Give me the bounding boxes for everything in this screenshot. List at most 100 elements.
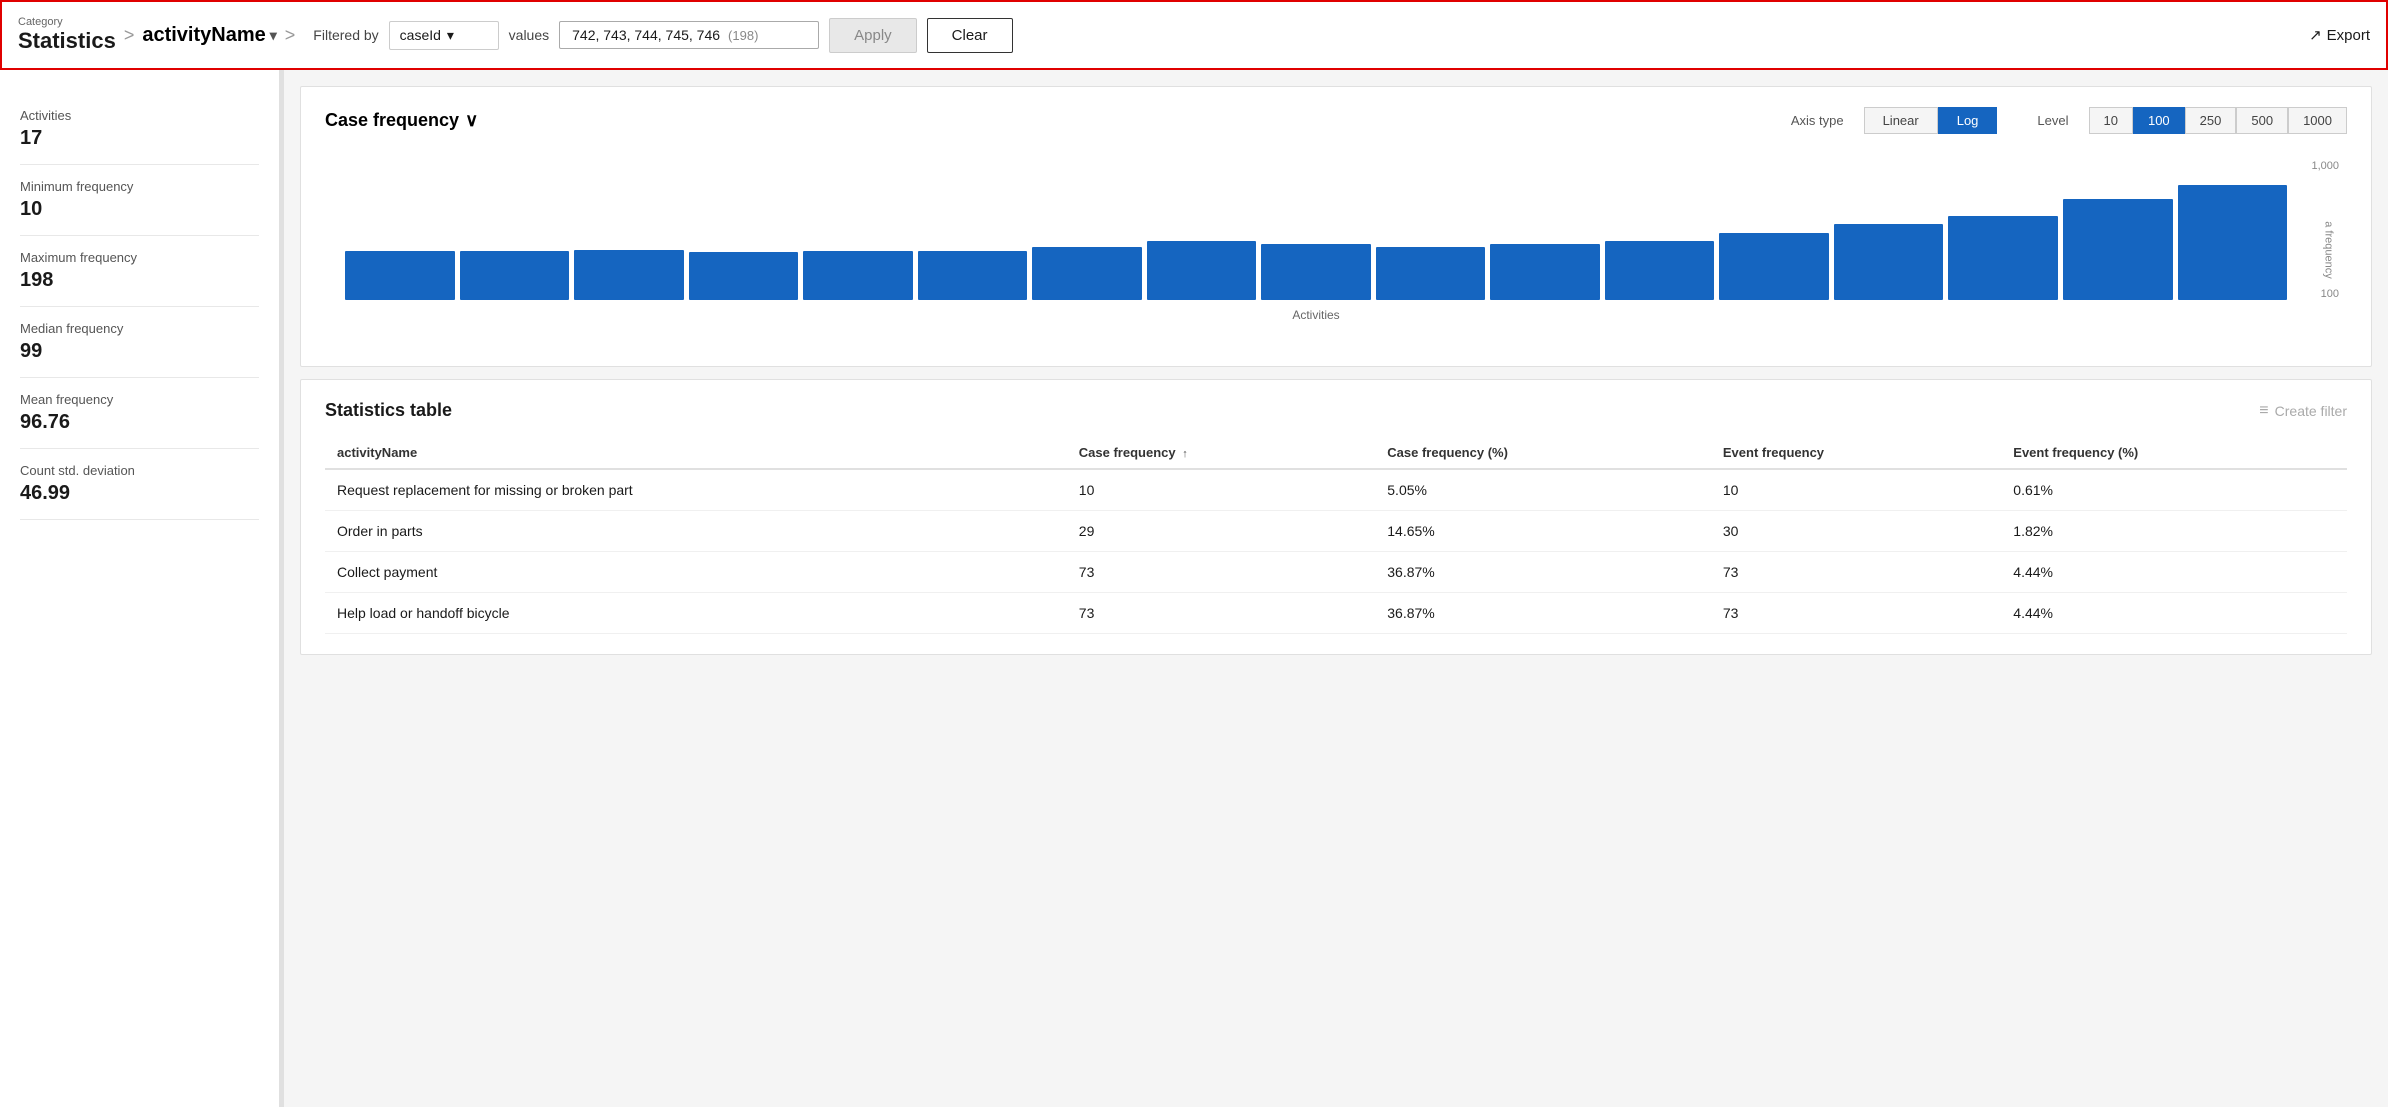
cell-case-freq-pct-2: 36.87% xyxy=(1375,552,1711,593)
stat-max-freq: Maximum frequency 198 xyxy=(20,236,259,307)
stat-count-std-dev-label: Count std. deviation xyxy=(20,463,259,478)
filter-field-value: caseId xyxy=(400,27,441,43)
table-title: Statistics table xyxy=(325,400,452,421)
breadcrumb: Category Statistics > activityName ▾ > xyxy=(18,17,297,54)
level-btn-10[interactable]: 10 xyxy=(2089,107,2133,134)
stat-min-freq-label: Minimum frequency xyxy=(20,179,259,194)
stat-mean-freq-value: 96.76 xyxy=(20,411,259,434)
cell-activity-0: Request replacement for missing or broke… xyxy=(325,469,1067,511)
table-section-header: Statistics table ≡ Create filter xyxy=(325,400,2347,421)
stat-activities-value: 17 xyxy=(20,127,259,150)
cell-event-freq-pct-2: 4.44% xyxy=(2001,552,2347,593)
cell-event-freq-pct-1: 1.82% xyxy=(2001,511,2347,552)
create-filter-button[interactable]: ≡ Create filter xyxy=(2259,402,2347,420)
bar-7 xyxy=(1032,247,1142,300)
bar-10 xyxy=(1376,247,1486,300)
breadcrumb-sep-2: > xyxy=(285,25,296,46)
bar-12 xyxy=(1605,241,1715,300)
stat-min-freq: Minimum frequency 10 xyxy=(20,165,259,236)
breadcrumb-root: Statistics xyxy=(18,28,116,53)
export-arrow-icon: ↗ xyxy=(2309,26,2322,44)
y-axis-freq-label: a frequency xyxy=(2322,221,2334,278)
cell-event-freq-3: 73 xyxy=(1711,593,2001,634)
axis-btn-linear[interactable]: Linear xyxy=(1864,107,1938,134)
col-case-freq[interactable]: Case frequency ↑ xyxy=(1067,437,1375,469)
chart-section: Case frequency ∨ Axis type Linear Log Le… xyxy=(300,86,2372,367)
chart-header: Case frequency ∨ Axis type Linear Log Le… xyxy=(325,107,2347,134)
sort-asc-icon: ↑ xyxy=(1182,448,1188,460)
cell-event-freq-1: 30 xyxy=(1711,511,2001,552)
sidebar: Activities 17 Minimum frequency 10 Maxim… xyxy=(0,70,280,1107)
stat-median-freq-value: 99 xyxy=(20,340,259,363)
table-row: Request replacement for missing or broke… xyxy=(325,469,2347,511)
export-button[interactable]: ↗ Export xyxy=(2309,26,2370,44)
table-row: Order in parts 29 14.65% 30 1.82% xyxy=(325,511,2347,552)
level-label: Level xyxy=(2037,113,2068,128)
bar-13 xyxy=(1719,233,1829,300)
main-layout: Activities 17 Minimum frequency 10 Maxim… xyxy=(0,70,2388,1107)
bar-1 xyxy=(345,251,455,300)
activity-name-dropdown[interactable]: activityName ▾ xyxy=(142,24,276,47)
stat-activities-label: Activities xyxy=(20,108,259,123)
table-row: Help load or handoff bicycle 73 36.87% 7… xyxy=(325,593,2347,634)
cell-case-freq-pct-1: 14.65% xyxy=(1375,511,1711,552)
stat-activities: Activities 17 xyxy=(20,94,259,165)
level-btn-1000[interactable]: 1000 xyxy=(2288,107,2347,134)
y-label-100: 100 xyxy=(2311,288,2339,300)
clear-button[interactable]: Clear xyxy=(927,18,1013,53)
axis-btn-log[interactable]: Log xyxy=(1938,107,1998,134)
chart-title-dropdown[interactable]: Case frequency ∨ xyxy=(325,110,478,131)
stat-median-freq: Median frequency 99 xyxy=(20,307,259,378)
bar-9 xyxy=(1261,244,1371,300)
bar-6 xyxy=(918,251,1028,300)
values-count: (198) xyxy=(728,28,758,43)
level-btn-500[interactable]: 500 xyxy=(2236,107,2288,134)
table-row: Collect payment 73 36.87% 73 4.44% xyxy=(325,552,2347,593)
values-input[interactable]: 742, 743, 744, 745, 746 (198) xyxy=(559,21,819,49)
bar-2 xyxy=(460,251,570,300)
col-case-freq-pct: Case frequency (%) xyxy=(1375,437,1711,469)
header-right-actions: ↗ Export xyxy=(2309,26,2370,44)
cell-case-freq-1: 29 xyxy=(1067,511,1375,552)
stat-median-freq-label: Median frequency xyxy=(20,321,259,336)
values-text: 742, 743, 744, 745, 746 xyxy=(572,27,720,43)
bar-11 xyxy=(1490,244,1600,300)
cell-case-freq-pct-3: 36.87% xyxy=(1375,593,1711,634)
statistics-table: activityName Case frequency ↑ Case frequ… xyxy=(325,437,2347,634)
level-btn-100[interactable]: 100 xyxy=(2133,107,2185,134)
header-filter-bar: Category Statistics > activityName ▾ > F… xyxy=(0,0,2388,70)
create-filter-label: Create filter xyxy=(2275,403,2347,419)
apply-button[interactable]: Apply xyxy=(829,18,917,53)
col-event-freq: Event frequency xyxy=(1711,437,2001,469)
level-buttons: 10 100 250 500 1000 xyxy=(2089,107,2348,134)
filter-field-select[interactable]: caseId ▾ xyxy=(389,21,499,50)
bar-chart xyxy=(345,160,2287,300)
filter-field-chevron-icon: ▾ xyxy=(447,27,454,44)
cell-activity-2: Collect payment xyxy=(325,552,1067,593)
chart-title: Case frequency xyxy=(325,110,459,131)
bar-3 xyxy=(574,250,684,300)
y-label-1000: 1,000 xyxy=(2311,160,2339,172)
cell-event-freq-pct-3: 4.44% xyxy=(2001,593,2347,634)
stat-max-freq-value: 198 xyxy=(20,269,259,292)
stat-max-freq-label: Maximum frequency xyxy=(20,250,259,265)
cell-case-freq-2: 73 xyxy=(1067,552,1375,593)
bar-4 xyxy=(689,252,799,300)
content-area: Case frequency ∨ Axis type Linear Log Le… xyxy=(284,70,2388,1107)
breadcrumb-sep-1: > xyxy=(124,25,135,46)
cell-activity-1: Order in parts xyxy=(325,511,1067,552)
export-label: Export xyxy=(2327,27,2370,44)
level-btn-250[interactable]: 250 xyxy=(2185,107,2237,134)
bar-15 xyxy=(1948,216,2058,300)
stat-min-freq-value: 10 xyxy=(20,198,259,221)
stat-mean-freq: Mean frequency 96.76 xyxy=(20,378,259,449)
bar-5 xyxy=(803,251,913,300)
bar-17 xyxy=(2178,185,2288,300)
bar-14 xyxy=(1834,224,1944,300)
category-label: Category xyxy=(18,17,116,28)
cell-activity-3: Help load or handoff bicycle xyxy=(325,593,1067,634)
cell-event-freq-pct-0: 0.61% xyxy=(2001,469,2347,511)
stat-count-std-dev: Count std. deviation 46.99 xyxy=(20,449,259,520)
bar-8 xyxy=(1147,241,1257,300)
table-section: Statistics table ≡ Create filter activit… xyxy=(300,379,2372,655)
